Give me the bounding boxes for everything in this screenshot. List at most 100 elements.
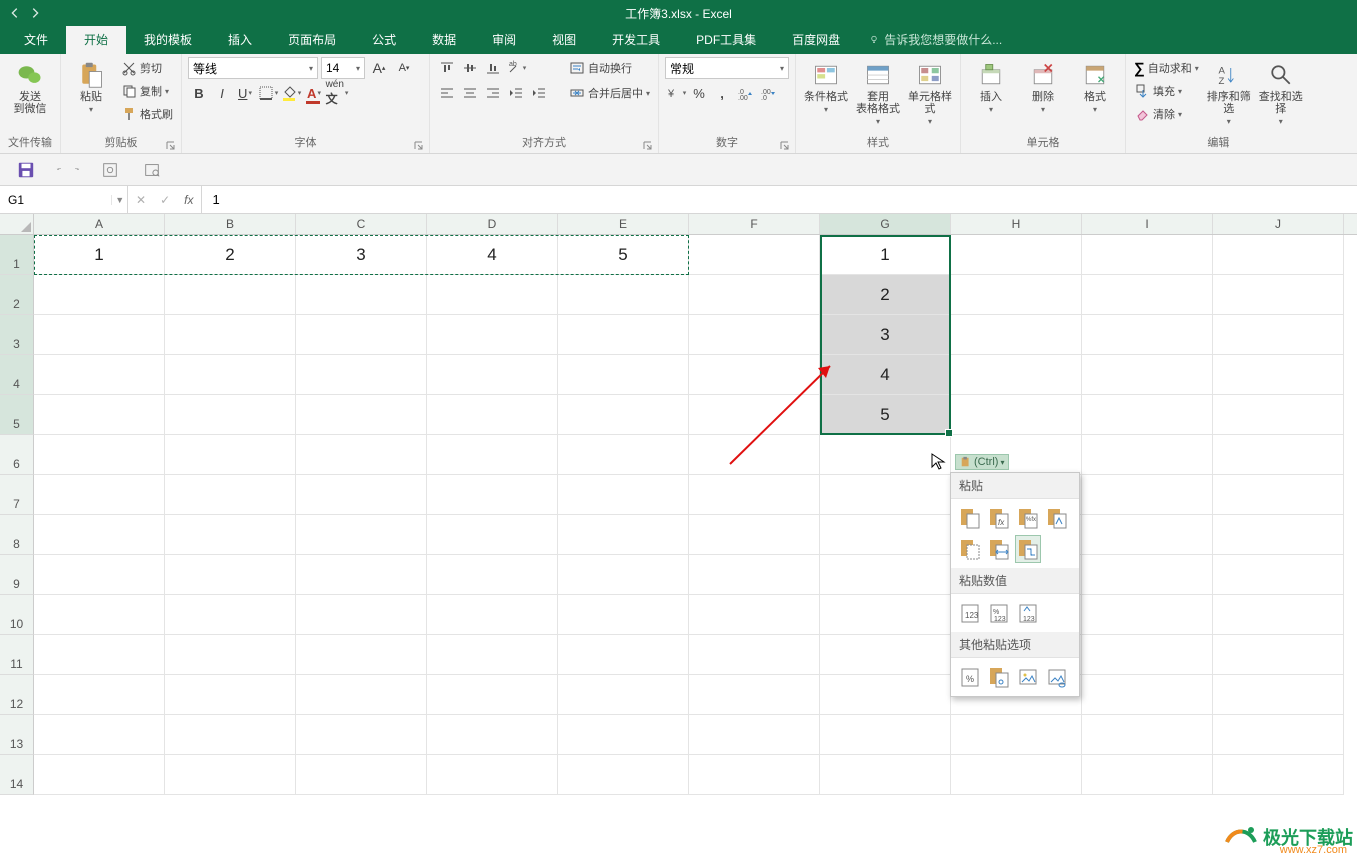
- tab-file[interactable]: 文件: [6, 25, 66, 54]
- cell[interactable]: 5: [820, 395, 951, 435]
- cell[interactable]: [34, 675, 165, 715]
- cell[interactable]: [427, 275, 558, 315]
- cell[interactable]: [820, 475, 951, 515]
- cell[interactable]: [34, 715, 165, 755]
- cell[interactable]: 2: [820, 275, 951, 315]
- cell[interactable]: [1082, 675, 1213, 715]
- copy-button[interactable]: 复制▾: [119, 80, 175, 102]
- back-icon[interactable]: [8, 6, 22, 20]
- col-header-C[interactable]: C: [296, 214, 427, 234]
- cell[interactable]: [427, 355, 558, 395]
- cell[interactable]: [1213, 275, 1344, 315]
- cell[interactable]: [951, 235, 1082, 275]
- col-header-A[interactable]: A: [34, 214, 165, 234]
- paste-formulas-number[interactable]: %fx: [1015, 504, 1041, 532]
- indent-increase-button[interactable]: [528, 82, 550, 104]
- merge-center-button[interactable]: 合并后居中▾: [567, 82, 652, 104]
- cell[interactable]: 5: [558, 235, 689, 275]
- bold-button[interactable]: B: [188, 82, 210, 104]
- cell[interactable]: [951, 715, 1082, 755]
- wrap-text-button[interactable]: 自动换行: [567, 57, 652, 79]
- cell[interactable]: [689, 475, 820, 515]
- cell[interactable]: [820, 595, 951, 635]
- cell[interactable]: [296, 555, 427, 595]
- tab-review[interactable]: 审阅: [474, 25, 534, 54]
- cell[interactable]: [558, 635, 689, 675]
- row-header-1[interactable]: 1: [0, 235, 34, 275]
- formula-input[interactable]: [202, 186, 1357, 213]
- paste-no-borders[interactable]: [957, 535, 983, 563]
- cell[interactable]: [951, 275, 1082, 315]
- row-header-14[interactable]: 14: [0, 755, 34, 795]
- save-button[interactable]: [14, 158, 38, 182]
- cell[interactable]: [689, 355, 820, 395]
- cell[interactable]: [427, 555, 558, 595]
- cell[interactable]: [1082, 515, 1213, 555]
- cell[interactable]: [689, 275, 820, 315]
- cell[interactable]: [34, 315, 165, 355]
- format-cells-button[interactable]: 格式▾: [1071, 57, 1119, 114]
- cell[interactable]: [689, 555, 820, 595]
- paste-all[interactable]: [957, 504, 983, 532]
- tab-layout[interactable]: 页面布局: [270, 25, 354, 54]
- cell[interactable]: 1: [820, 235, 951, 275]
- align-right-button[interactable]: [482, 82, 504, 104]
- tab-data[interactable]: 数据: [414, 25, 474, 54]
- autosum-button[interactable]: ∑自动求和▾: [1132, 57, 1201, 79]
- cell[interactable]: [558, 395, 689, 435]
- cell[interactable]: [165, 715, 296, 755]
- clear-button[interactable]: 清除▾: [1132, 103, 1201, 125]
- paste-options-button[interactable]: (Ctrl)▾: [955, 454, 1009, 470]
- row-header-11[interactable]: 11: [0, 635, 34, 675]
- cell[interactable]: 3: [820, 315, 951, 355]
- cell[interactable]: 4: [820, 355, 951, 395]
- cell[interactable]: 1: [34, 235, 165, 275]
- cell[interactable]: [34, 355, 165, 395]
- row-header-9[interactable]: 9: [0, 555, 34, 595]
- cell[interactable]: [558, 675, 689, 715]
- find-select-button[interactable]: 查找和选择▾: [1257, 57, 1305, 126]
- cell[interactable]: [1082, 595, 1213, 635]
- cell[interactable]: [1213, 355, 1344, 395]
- border-button[interactable]: [257, 82, 279, 104]
- redo-button[interactable]: [73, 161, 80, 179]
- percent-button[interactable]: %: [688, 82, 710, 104]
- font-name-select[interactable]: 等线▾: [188, 57, 318, 79]
- cell[interactable]: [1213, 315, 1344, 355]
- cell[interactable]: [296, 435, 427, 475]
- cell[interactable]: [427, 755, 558, 795]
- row-header-5[interactable]: 5: [0, 395, 34, 435]
- align-left-button[interactable]: [436, 82, 458, 104]
- cell[interactable]: [1082, 435, 1213, 475]
- cell[interactable]: [165, 275, 296, 315]
- comma-button[interactable]: ,: [711, 82, 733, 104]
- cell[interactable]: [820, 435, 951, 475]
- row-header-3[interactable]: 3: [0, 315, 34, 355]
- font-size-select[interactable]: 14▾: [321, 57, 365, 79]
- paste-values-source[interactable]: 123: [1015, 599, 1041, 627]
- cell[interactable]: [1082, 235, 1213, 275]
- cell[interactable]: [1082, 755, 1213, 795]
- cell[interactable]: [820, 755, 951, 795]
- cell[interactable]: [427, 595, 558, 635]
- col-header-D[interactable]: D: [427, 214, 558, 234]
- name-box-dropdown[interactable]: ▼: [111, 195, 127, 205]
- cell[interactable]: [1082, 475, 1213, 515]
- cell[interactable]: 4: [427, 235, 558, 275]
- cell[interactable]: [1082, 715, 1213, 755]
- paste-picture[interactable]: [1015, 663, 1041, 691]
- cell[interactable]: [427, 635, 558, 675]
- cell[interactable]: [558, 555, 689, 595]
- cell[interactable]: [1213, 555, 1344, 595]
- cell[interactable]: [558, 515, 689, 555]
- cell[interactable]: [296, 635, 427, 675]
- forward-icon[interactable]: [28, 6, 42, 20]
- name-box-input[interactable]: [0, 193, 111, 207]
- row-header-7[interactable]: 7: [0, 475, 34, 515]
- cell[interactable]: [689, 235, 820, 275]
- row-header-6[interactable]: 6: [0, 435, 34, 475]
- row-header-10[interactable]: 10: [0, 595, 34, 635]
- cell[interactable]: [34, 515, 165, 555]
- cell[interactable]: [558, 275, 689, 315]
- paste-values[interactable]: 123: [957, 599, 983, 627]
